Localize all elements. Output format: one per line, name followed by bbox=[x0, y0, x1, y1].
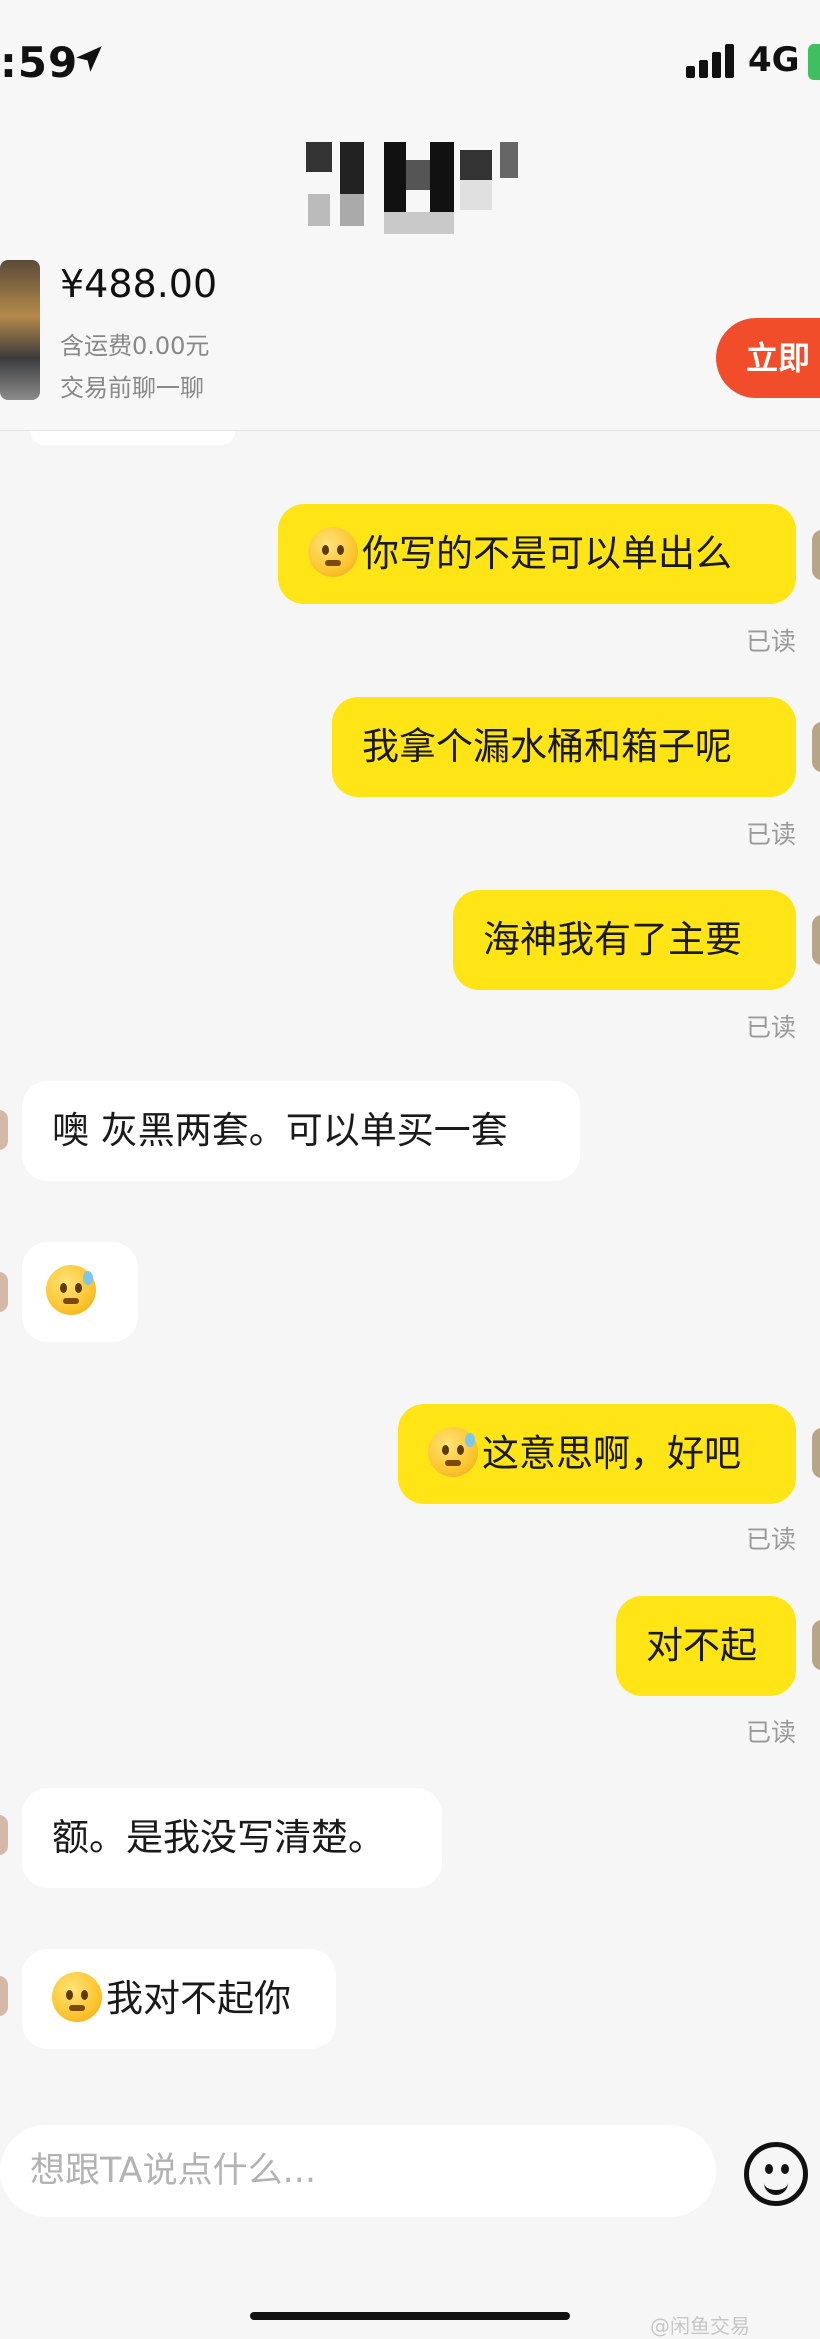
woozy-face-icon bbox=[308, 526, 358, 577]
contact-name-pixelated bbox=[300, 130, 530, 240]
read-receipt: 已读 bbox=[745, 820, 796, 849]
avatar[interactable] bbox=[0, 1815, 8, 1855]
message-text: 噢 灰黑两套。可以单买一套 bbox=[52, 1109, 508, 1152]
message-bubble[interactable] bbox=[22, 1242, 138, 1342]
previous-message-edge bbox=[30, 431, 235, 445]
chat-hint: 交易前聊一聊 bbox=[60, 374, 204, 402]
read-receipt: 已读 bbox=[745, 1525, 796, 1554]
avatar[interactable] bbox=[812, 1620, 820, 1670]
message-input[interactable]: 想跟TA说点什么... bbox=[0, 2125, 716, 2217]
status-bar: :59 4G bbox=[0, 0, 820, 120]
chat-header bbox=[0, 120, 820, 240]
product-thumbnail[interactable] bbox=[0, 260, 40, 400]
read-receipt: 已读 bbox=[745, 627, 796, 656]
message-bubble[interactable]: 对不起 bbox=[616, 1596, 796, 1696]
product-card[interactable]: ¥488.00 含运费0.00元 交易前聊一聊 立即 bbox=[0, 240, 820, 431]
message-text: 额。是我没写清楚。 bbox=[52, 1816, 385, 1859]
avatar[interactable] bbox=[0, 1976, 8, 2016]
watermark: @闲鱼交易 bbox=[650, 2314, 750, 2338]
message-text: 海神我有了主要 bbox=[483, 918, 742, 961]
avatar[interactable] bbox=[0, 1272, 8, 1312]
avatar[interactable] bbox=[812, 530, 820, 580]
network-type: 4G bbox=[748, 40, 800, 80]
message-text: 我拿个漏水桶和箱子呢 bbox=[362, 725, 732, 768]
message-bubble[interactable]: 我拿个漏水桶和箱子呢 bbox=[332, 697, 796, 797]
message-bubble[interactable]: 你写的不是可以单出么 bbox=[278, 504, 796, 604]
input-placeholder: 想跟TA说点什么... bbox=[30, 2151, 316, 2191]
avatar[interactable] bbox=[812, 915, 820, 965]
message-text: 我对不起你 bbox=[106, 1977, 291, 2020]
message-bubble[interactable]: 噢 灰黑两套。可以单买一套 bbox=[22, 1081, 580, 1181]
battery-icon bbox=[808, 44, 820, 80]
smile-icon bbox=[764, 2178, 788, 2195]
read-receipt: 已读 bbox=[745, 1013, 796, 1042]
message-bubble[interactable]: 这意思啊，好吧 bbox=[398, 1404, 796, 1504]
message-bubble[interactable]: 我对不起你 bbox=[22, 1949, 336, 2049]
buy-now-button[interactable]: 立即 bbox=[716, 318, 820, 398]
home-indicator[interactable] bbox=[250, 2312, 570, 2320]
clock: :59 bbox=[0, 38, 79, 87]
message-bubble[interactable]: 额。是我没写清楚。 bbox=[22, 1788, 442, 1888]
read-receipt: 已读 bbox=[745, 1718, 796, 1747]
avatar[interactable] bbox=[812, 1428, 820, 1478]
message-text: 对不起 bbox=[646, 1624, 757, 1667]
thinking-face-icon bbox=[52, 1971, 102, 2022]
shipping-fee: 含运费0.00元 bbox=[60, 332, 210, 360]
avatar[interactable] bbox=[0, 1110, 8, 1150]
message-text: 你写的不是可以单出么 bbox=[362, 532, 732, 575]
anxious-sweat-face-icon bbox=[46, 1264, 96, 1315]
avatar[interactable] bbox=[812, 722, 820, 772]
product-price: ¥488.00 bbox=[60, 262, 218, 306]
signal-bars-icon bbox=[686, 44, 738, 78]
emoji-picker-button[interactable] bbox=[744, 2142, 808, 2206]
message-text: 这意思啊，好吧 bbox=[482, 1432, 741, 1475]
message-bubble[interactable]: 海神我有了主要 bbox=[453, 890, 796, 990]
location-arrow-icon bbox=[76, 46, 102, 72]
anxious-sweat-face-icon bbox=[428, 1426, 478, 1477]
